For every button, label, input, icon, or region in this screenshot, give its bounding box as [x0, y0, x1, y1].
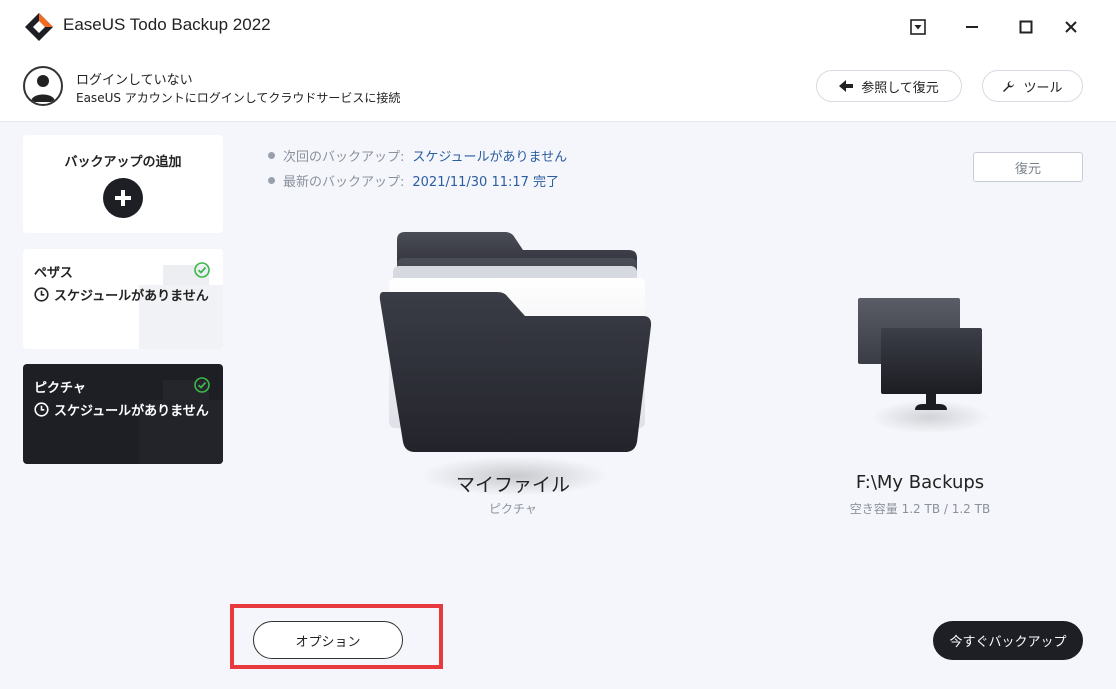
last-backup-info: 最新のバックアップ: 2021/11/30 11:17 完了: [268, 171, 559, 190]
backup-task-card-selected[interactable]: ピクチャ スケジュールがありません: [23, 364, 223, 464]
task-schedule: スケジュールがありません: [34, 400, 209, 419]
plus-icon[interactable]: [103, 178, 143, 218]
check-circle-icon: [194, 377, 210, 393]
bullet-icon: [268, 177, 275, 184]
login-prompt[interactable]: EaseUS アカウントにログインしてクラウドサービスに接続: [76, 89, 400, 106]
maximize-button[interactable]: [1012, 13, 1040, 41]
browse-restore-label: 参照して復元: [861, 80, 939, 96]
next-backup-info: 次回のバックアップ: スケジュールがありません: [268, 146, 567, 165]
bullet-icon: [268, 152, 275, 159]
task-name: ペザス: [34, 266, 73, 281]
app-title: EaseUS Todo Backup 2022: [63, 15, 271, 34]
user-icon: [31, 75, 55, 102]
avatar[interactable]: [23, 66, 63, 106]
clock-icon: [34, 287, 49, 302]
account-bar: ログインしていない EaseUS アカウントにログインしてクラウドサービスに接続…: [0, 54, 1116, 122]
maximize-icon: [1019, 20, 1033, 34]
task-name: ピクチャ: [34, 381, 86, 396]
restore-button[interactable]: 復元: [973, 152, 1083, 182]
last-backup-label: 最新のバックアップ:: [283, 175, 405, 190]
add-backup-card[interactable]: バックアップの追加: [23, 135, 223, 233]
minimize-button[interactable]: [958, 13, 986, 41]
destination-name[interactable]: F:\My Backups: [820, 472, 1020, 493]
source-subtitle: ピクチャ: [489, 502, 537, 516]
clock-icon: [34, 402, 49, 417]
close-button[interactable]: [1057, 13, 1085, 41]
destination-subtitle: 空き容量 1.2 TB / 1.2 TB: [849, 502, 991, 516]
computer-icon[interactable]: [855, 296, 985, 414]
minimize-icon: [966, 26, 978, 28]
folder-icon[interactable]: [375, 228, 655, 456]
next-backup-value: スケジュールがありません: [412, 150, 568, 165]
title-bar: EaseUS Todo Backup 2022: [0, 0, 1116, 54]
close-icon: [1065, 21, 1077, 33]
browse-restore-button[interactable]: 参照して復元: [816, 70, 962, 102]
options-button[interactable]: オプション: [253, 621, 403, 659]
folder-watermark-icon: [139, 265, 223, 349]
source-name[interactable]: マイファイル: [413, 470, 613, 497]
dropdown-icon: [910, 19, 926, 35]
easeus-logo-icon: [25, 13, 53, 41]
login-status[interactable]: ログインしていない: [76, 69, 193, 88]
folder-watermark-icon: [139, 380, 223, 464]
dropdown-menu-button[interactable]: [904, 13, 932, 41]
tools-label: ツール: [1023, 80, 1063, 96]
task-schedule-label: スケジュールがありません: [54, 404, 209, 419]
tools-button[interactable]: ツール: [982, 70, 1083, 102]
back-arrow-icon: [839, 80, 854, 92]
check-circle-icon: [194, 262, 210, 278]
task-schedule-label: スケジュールがありません: [54, 289, 209, 304]
backup-task-card[interactable]: ペザス スケジュールがありません: [23, 249, 223, 349]
task-schedule: スケジュールがありません: [34, 285, 209, 304]
wrench-icon: [1003, 80, 1015, 92]
add-backup-label: バックアップの追加: [64, 155, 182, 170]
backup-now-button[interactable]: 今すぐバックアップ: [933, 621, 1083, 660]
next-backup-label: 次回のバックアップ:: [283, 150, 405, 165]
last-backup-value: 2021/11/30 11:17 完了: [412, 175, 560, 190]
